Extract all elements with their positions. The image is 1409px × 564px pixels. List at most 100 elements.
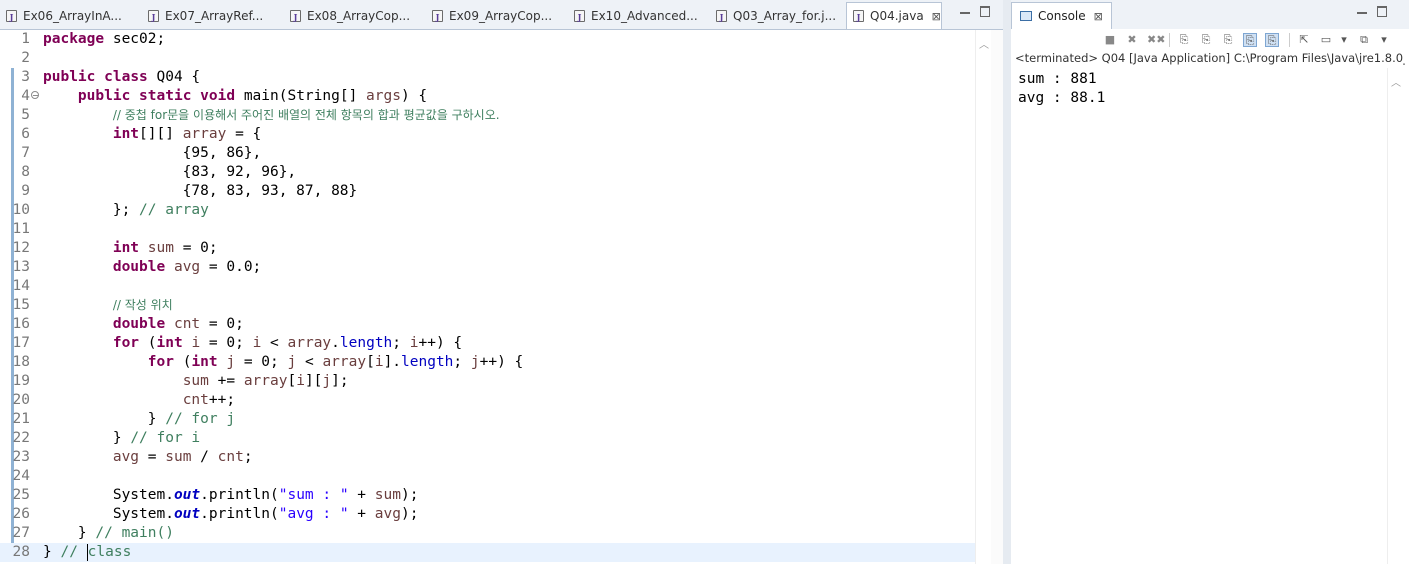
code-line[interactable]: 10 }; // array <box>0 201 975 220</box>
java-file-icon: J <box>148 10 159 22</box>
code-line[interactable]: 19 sum += array[i][j]; <box>0 372 975 391</box>
line-number: 25 <box>12 487 30 503</box>
code-line[interactable]: 25 System.out.println("sum : " + sum); <box>0 486 975 505</box>
code-line[interactable]: 12 int sum = 0; <box>0 239 975 258</box>
code-text: {95, 86}, <box>43 145 262 161</box>
remove-launch-icon[interactable]: ✖ <box>1125 33 1139 47</box>
code-text: // 중첩 for문을 이용해서 주어진 배열의 전체 항목의 합과 평균값을 … <box>112 108 500 122</box>
line-number: 24 <box>12 468 30 484</box>
close-icon[interactable]: ⊠ <box>932 10 941 23</box>
code-line[interactable]: 13 double avg = 0.0; <box>0 258 975 277</box>
code-line[interactable]: 18 for (int j = 0; j < array[i].length; … <box>0 353 975 372</box>
editor-tab[interactable]: J Ex06_ArrayInA... <box>0 4 140 28</box>
line-number: 21 <box>12 411 30 427</box>
code-line[interactable]: 3 public class Q04 { <box>0 68 975 87</box>
code-line[interactable]: 8 {83, 92, 96}, <box>0 163 975 182</box>
code-line[interactable]: 7 {95, 86}, <box>0 144 975 163</box>
editor-tab[interactable]: J Ex10_Advanced... <box>568 4 708 28</box>
console-output[interactable]: sum : 881 avg : 88.1 <box>1011 68 1387 564</box>
code-line[interactable]: 27 } // main() <box>0 524 975 543</box>
line-number: 7 <box>21 145 30 161</box>
code-line[interactable]: 14 <box>0 277 975 296</box>
line-number: 10 <box>12 202 30 218</box>
code-line[interactable]: 11 <box>0 220 975 239</box>
code-line[interactable]: 20 cnt++; <box>0 391 975 410</box>
code-line[interactable]: 21 } // for j <box>0 410 975 429</box>
editor-tab-label: Ex09_ArrayCop... <box>449 9 553 23</box>
editor-tab[interactable]: J Ex09_ArrayCop... <box>426 4 566 28</box>
line-number: 19 <box>12 373 30 389</box>
editor-vertical-scrollbar[interactable]: ︿ <box>975 30 991 564</box>
word-wrap-icon[interactable]: ⎘ <box>1199 33 1213 47</box>
scroll-up-arrow-icon[interactable]: ︿ <box>1391 74 1401 89</box>
toolbar-separator <box>1289 33 1290 47</box>
console-vertical-scrollbar[interactable]: ︿ <box>1387 68 1403 564</box>
code-text: cnt++; <box>182 392 236 408</box>
pane-divider[interactable] <box>1003 0 1011 564</box>
terminate-icon[interactable]: ■ <box>1103 33 1117 47</box>
display-console-icon[interactable]: ▭ <box>1319 33 1333 47</box>
console-icon <box>1020 11 1032 21</box>
code-line[interactable]: 26 System.out.println("avg : " + avg); <box>0 505 975 524</box>
code-text: } // for i <box>43 430 201 446</box>
editor-tab[interactable]: J Q03_Array_for.j... <box>710 4 844 28</box>
line-number: 8 <box>21 164 30 180</box>
code-line[interactable]: 5 // 중첩 for문을 이용해서 주어진 배열의 전체 항목의 합과 평균값… <box>0 106 975 125</box>
code-text: }; // array <box>43 202 209 218</box>
console-status-text: <terminated> Q04 [Java Application] C:\P… <box>1015 51 1405 65</box>
code-text: public static void main(String[] args) { <box>77 88 428 104</box>
code-line[interactable]: 15 // 작성 위치 <box>0 296 975 315</box>
maximize-icon[interactable] <box>1377 6 1387 17</box>
tab-console[interactable]: Console ⊠ <box>1011 2 1112 29</box>
code-line[interactable]: 22 } // for i <box>0 429 975 448</box>
editor-tab-label: Ex08_ArrayCop... <box>307 9 411 23</box>
java-file-icon: J <box>574 10 585 22</box>
code-line[interactable]: 4− public static void main(String[] args… <box>0 87 975 106</box>
fold-toggle-icon[interactable]: − <box>31 91 39 100</box>
line-number: 23 <box>12 449 30 465</box>
line-number: 27 <box>12 525 30 541</box>
close-icon[interactable]: ⊠ <box>1094 10 1103 23</box>
code-line[interactable]: 6 int[][] array = { <box>0 125 975 144</box>
show-stdout-icon[interactable]: ⎘ <box>1221 33 1235 47</box>
code-line[interactable]: 23 avg = sum / cnt; <box>0 448 975 467</box>
line-number: 3 <box>21 69 30 85</box>
minimize-icon[interactable] <box>1357 12 1367 14</box>
code-text: } // class <box>43 543 132 561</box>
remove-all-icon[interactable]: ✖✖ <box>1147 33 1165 47</box>
scroll-lock-icon[interactable]: ⎘ <box>1177 33 1191 47</box>
scroll-up-arrow-icon[interactable]: ︿ <box>979 36 989 51</box>
editor-tab-label: Ex10_Advanced... <box>591 9 698 23</box>
editor-tab[interactable]: J Q04.java ⊠ <box>846 2 942 29</box>
code-text: System.out.println("sum : " + sum); <box>43 487 419 503</box>
minimize-icon[interactable] <box>960 12 970 14</box>
line-number: 6 <box>21 126 30 142</box>
code-text: System.out.println("avg : " + avg); <box>43 506 419 522</box>
code-line[interactable]: 2 <box>0 49 975 68</box>
show-stderr-icon[interactable]: ⎘ <box>1243 33 1257 47</box>
code-line[interactable]: 16 double cnt = 0; <box>0 315 975 334</box>
chevron-down-icon[interactable]: ▾ <box>1337 33 1351 47</box>
line-number: 20 <box>12 392 30 408</box>
editor-tab-label: Q03_Array_for.j... <box>733 9 837 23</box>
code-line[interactable]: 17 for (int i = 0; i < array.length; i++… <box>0 334 975 353</box>
open-console-icon[interactable]: ⇱ <box>1297 33 1311 47</box>
line-number: 4 <box>21 88 30 104</box>
code-editor[interactable]: 1 package sec02; 2 3 public class Q04 {4− pu… <box>0 30 975 564</box>
new-console-icon[interactable]: ⧉ <box>1357 33 1371 47</box>
overview-ruler <box>991 30 1003 564</box>
code-line[interactable]: 9 {78, 83, 93, 87, 88} <box>0 182 975 201</box>
editor-tab[interactable]: J Ex08_ArrayCop... <box>284 4 424 28</box>
chevron-down-icon[interactable]: ▾ <box>1377 33 1391 47</box>
code-line[interactable]: 24 <box>0 467 975 486</box>
code-line[interactable]: 28 } // class <box>0 543 975 562</box>
pin-console-icon[interactable]: ⎘ <box>1265 33 1279 47</box>
maximize-icon[interactable] <box>980 6 990 17</box>
code-text: for (int j = 0; j < array[i].length; j++… <box>147 354 524 370</box>
editor-tab[interactable]: J Ex07_ArrayRef... <box>142 4 282 28</box>
line-number: 28 <box>12 544 30 560</box>
editor-tab-bar: J Ex06_ArrayInA... J Ex07_ArrayRef... J Ex08_… <box>0 0 1003 30</box>
code-line[interactable]: 1 package sec02; <box>0 30 975 49</box>
line-number: 26 <box>12 506 30 522</box>
editor-tab-label: Q04.java <box>870 9 924 23</box>
